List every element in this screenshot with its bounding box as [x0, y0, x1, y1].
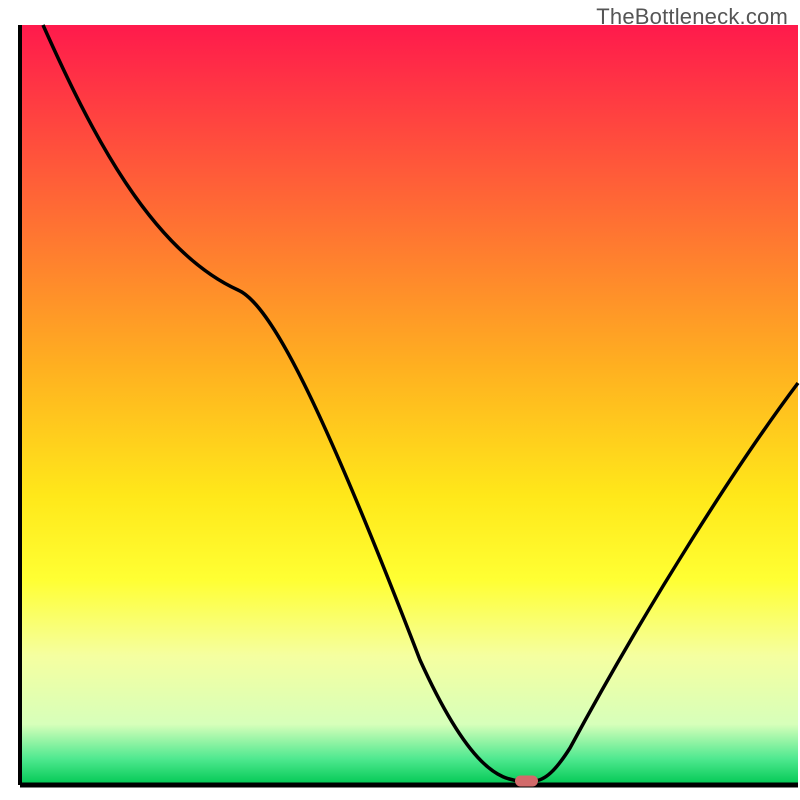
watermark-text: TheBottleneck.com [596, 4, 788, 30]
chart-container: TheBottleneck.com [0, 0, 800, 800]
optimal-point-marker [515, 776, 538, 787]
plot-background [20, 25, 798, 785]
bottleneck-curve-chart [0, 0, 800, 800]
